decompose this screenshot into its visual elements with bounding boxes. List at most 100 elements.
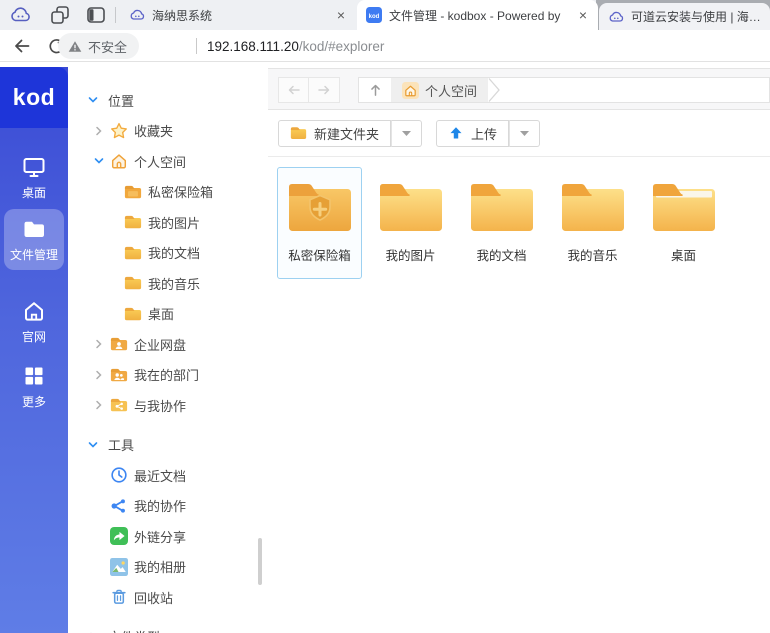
folder-icon	[22, 217, 46, 241]
file-item-desktop[interactable]: 桌面	[641, 167, 726, 279]
folder-icon	[124, 244, 142, 262]
upload-arrow-icon	[448, 125, 464, 141]
new-folder-button-group: 新建文件夹	[278, 120, 422, 147]
tree-item-vault[interactable]: 私密保险箱	[68, 177, 268, 208]
chevron-right-icon[interactable]	[94, 339, 104, 349]
tree-item-my-albums[interactable]: 我的相册	[68, 552, 268, 583]
arrow-right-icon	[316, 82, 332, 98]
sidebar-item-desktop[interactable]: 桌面	[4, 147, 64, 208]
breadcrumb-chevron-icon	[488, 77, 501, 103]
tab-file-manager-active[interactable]: kod 文件管理 - kodbox - Powered by ×	[357, 0, 598, 30]
folder-tree: 位置 收藏夹 个人空间 私密保险箱 我的图片 我的文档 我的音乐	[68, 62, 268, 633]
chevron-down-icon[interactable]	[88, 440, 98, 450]
tree-item-recycle-bin[interactable]: 回收站	[68, 582, 268, 613]
chevron-right-icon[interactable]	[94, 370, 104, 380]
upload-dropdown-button[interactable]	[509, 120, 540, 147]
link-share-icon	[110, 527, 128, 545]
breadcrumb-segment-personal-space[interactable]: 个人空间	[391, 78, 488, 102]
chevron-down-icon[interactable]	[88, 95, 98, 105]
folder-user-icon	[110, 335, 128, 353]
folder-department-icon	[110, 366, 128, 384]
tab-title: 海纳思系统	[152, 7, 328, 24]
monitor-icon	[22, 155, 46, 179]
vault-folder-icon	[124, 183, 142, 201]
folder-desktop-icon	[651, 179, 717, 233]
tree-label: 企业网盘	[134, 335, 186, 354]
tab-kodcloud-docs[interactable]: 可道云安装与使用 | 海纳思	[599, 3, 770, 30]
tree-label: 我的音乐	[148, 274, 200, 293]
chevron-right-icon[interactable]	[94, 400, 104, 410]
new-folder-button[interactable]: 新建文件夹	[278, 120, 391, 147]
tab-strip: 海纳思系统 × kod 文件管理 - kodbox - Powered by ×…	[0, 0, 770, 30]
up-level-button[interactable]	[359, 78, 391, 102]
split-screen-icon[interactable]	[85, 4, 107, 26]
tab-hinas-system[interactable]: 海纳思系统 ×	[120, 0, 356, 30]
breadcrumb-bar: 个人空间	[268, 68, 770, 110]
chevron-right-icon[interactable]	[94, 126, 104, 136]
kod-logo: kod	[0, 67, 68, 128]
tree-item-my-collaboration[interactable]: 我的协作	[68, 491, 268, 522]
tree-section-file-types[interactable]: 文件类型	[68, 622, 268, 633]
tab-layers-icon[interactable]	[49, 4, 71, 26]
sidebar-item-website[interactable]: 官网	[4, 291, 64, 352]
tree-section-tools[interactable]: 工具	[68, 430, 268, 461]
address-divider	[196, 38, 197, 54]
tree-label: 我的文档	[148, 243, 200, 262]
tree-scrollbar[interactable]	[258, 538, 262, 585]
workspace-cloud-icon[interactable]	[9, 4, 31, 26]
folder-icon	[560, 179, 626, 233]
svg-text:kod: kod	[369, 14, 380, 20]
album-icon	[110, 558, 128, 576]
share-nodes-icon	[110, 497, 128, 515]
tree-item-my-music[interactable]: 我的音乐	[68, 268, 268, 299]
arrow-left-icon	[286, 82, 302, 98]
close-icon[interactable]: ×	[335, 8, 347, 22]
breadcrumb-label: 个人空间	[425, 81, 477, 100]
sidebar-item-label: 桌面	[22, 184, 46, 201]
tree-item-personal-space[interactable]: 个人空间	[68, 146, 268, 177]
url-text: 192.168.111.20/kod/#explorer	[207, 39, 384, 54]
tabstrip-divider	[115, 7, 116, 23]
site-security-chip[interactable]: 不安全	[58, 33, 139, 59]
kod-logo-text: kod	[13, 84, 55, 111]
sidebar-item-file-manager[interactable]: 文件管理	[4, 209, 64, 270]
file-label: 我的图片	[385, 245, 435, 264]
caret-down-icon	[520, 131, 529, 136]
file-browser-panel: 个人空间 新建文件夹 上传	[268, 62, 770, 633]
tree-item-shared-with-me[interactable]: 与我协作	[68, 390, 268, 421]
tree-item-external-share[interactable]: 外链分享	[68, 521, 268, 552]
tree-label: 我的相册	[134, 557, 186, 576]
new-folder-dropdown-button[interactable]	[391, 120, 422, 147]
tree-item-enterprise-drive[interactable]: 企业网盘	[68, 329, 268, 360]
file-item-my-music[interactable]: 我的音乐	[550, 167, 635, 279]
file-item-my-pictures[interactable]: 我的图片	[368, 167, 453, 279]
warning-icon	[68, 40, 82, 53]
file-item-vault[interactable]: 私密保险箱	[277, 167, 362, 279]
tree-label: 最近文档	[134, 466, 186, 485]
history-forward-button[interactable]	[309, 77, 340, 103]
tree-item-my-departments[interactable]: 我在的部门	[68, 360, 268, 391]
kod-icon: kod	[366, 7, 382, 23]
url-path: /kod/#explorer	[299, 39, 385, 54]
close-icon[interactable]: ×	[577, 8, 589, 22]
history-back-button[interactable]	[278, 77, 309, 103]
sidebar-item-more[interactable]: 更多	[4, 356, 64, 417]
tree-item-my-documents[interactable]: 我的文档	[68, 238, 268, 269]
tree-item-desktop[interactable]: 桌面	[68, 299, 268, 330]
chevron-down-icon[interactable]	[94, 156, 104, 166]
arrow-up-icon	[368, 82, 383, 98]
tree-item-my-pictures[interactable]: 我的图片	[68, 207, 268, 238]
tree-item-favorites[interactable]: 收藏夹	[68, 116, 268, 147]
tree-label: 我的图片	[148, 213, 200, 232]
folder-icon	[124, 213, 142, 231]
upload-button[interactable]: 上传	[436, 120, 509, 147]
back-icon[interactable]	[12, 36, 32, 56]
folder-icon	[290, 126, 307, 140]
tree-label: 私密保险箱	[148, 182, 213, 201]
tree-item-recent-documents[interactable]: 最近文档	[68, 460, 268, 491]
tree-label: 与我协作	[134, 396, 186, 415]
address-bar[interactable]: 192.168.111.20/kod/#explorer	[196, 33, 384, 59]
tree-label: 桌面	[148, 304, 174, 323]
tree-section-locations[interactable]: 位置	[68, 85, 268, 116]
file-item-my-documents[interactable]: 我的文档	[459, 167, 544, 279]
